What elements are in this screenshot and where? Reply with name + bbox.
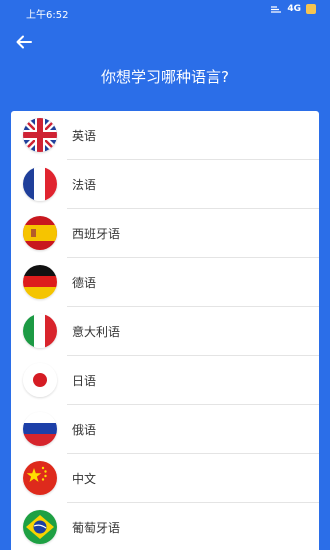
russia-flag-icon <box>23 412 57 446</box>
arrow-left-icon <box>16 35 32 49</box>
status-time: 上午6:52 <box>26 10 69 21</box>
language-item-italian[interactable]: 意大利语 <box>11 307 319 356</box>
language-label: 法语 <box>72 178 97 192</box>
brazil-flag-icon <box>23 510 57 544</box>
battery-icon <box>306 4 316 14</box>
language-label: 英语 <box>72 129 97 143</box>
language-item-french[interactable]: 法语 <box>11 160 319 209</box>
signal-icon <box>271 6 282 13</box>
language-label: 俄语 <box>72 423 97 437</box>
language-label: 葡萄牙语 <box>72 521 121 535</box>
network-type: 4G <box>287 4 301 14</box>
language-list: 英语 法语 西班牙语 德语 意大利语 日语 俄语 中文 葡萄牙语 <box>11 111 319 550</box>
china-flag-icon <box>23 461 57 495</box>
language-item-spanish[interactable]: 西班牙语 <box>11 209 319 258</box>
spain-flag-icon <box>23 216 57 250</box>
language-label: 德语 <box>72 276 97 290</box>
back-button[interactable] <box>12 30 36 54</box>
status-indicators: 4G <box>270 4 316 14</box>
france-flag-icon <box>23 167 57 201</box>
germany-flag-icon <box>23 265 57 299</box>
italy-flag-icon <box>23 314 57 348</box>
language-item-portuguese[interactable]: 葡萄牙语 <box>11 503 319 550</box>
language-item-english[interactable]: 英语 <box>11 111 319 160</box>
status-bar: 上午6:52 4G <box>0 0 330 24</box>
language-item-russian[interactable]: 俄语 <box>11 405 319 454</box>
language-item-japanese[interactable]: 日语 <box>11 356 319 405</box>
language-label: 日语 <box>72 374 97 388</box>
language-item-chinese[interactable]: 中文 <box>11 454 319 503</box>
language-item-german[interactable]: 德语 <box>11 258 319 307</box>
language-label: 中文 <box>72 472 97 486</box>
uk-flag-icon <box>23 118 57 152</box>
japan-flag-icon <box>23 363 57 397</box>
page-title: 你想学习哪种语言? <box>101 68 229 86</box>
language-label: 意大利语 <box>72 325 121 339</box>
language-label: 西班牙语 <box>72 227 121 241</box>
